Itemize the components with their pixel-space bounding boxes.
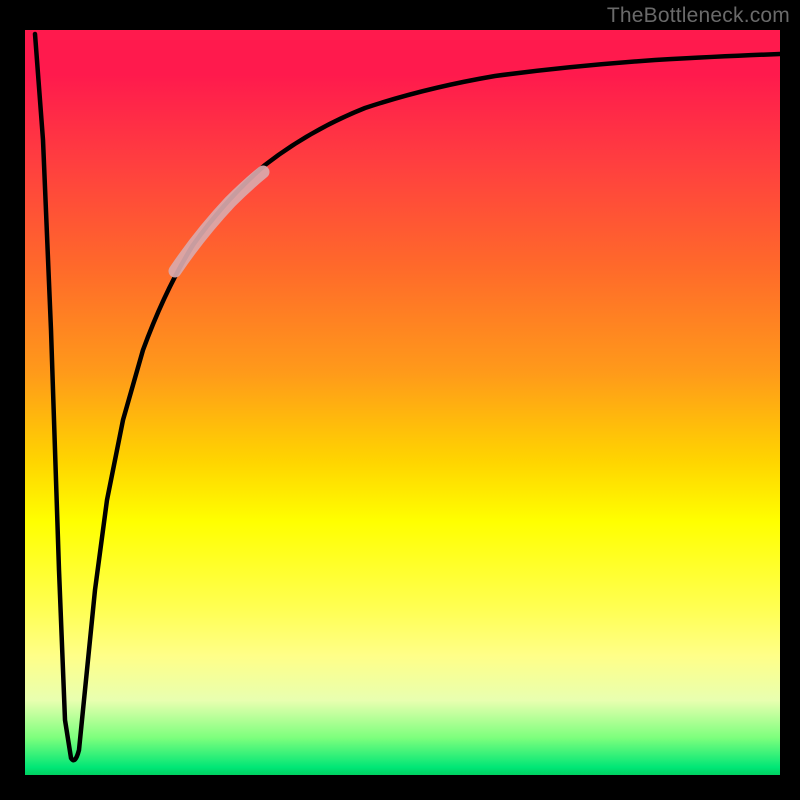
watermark-text: TheBottleneck.com — [607, 4, 790, 28]
curve-layer — [25, 30, 780, 775]
chart-frame — [0, 0, 800, 800]
bottleneck-curve — [35, 34, 780, 760]
curve-highlight — [175, 172, 263, 271]
